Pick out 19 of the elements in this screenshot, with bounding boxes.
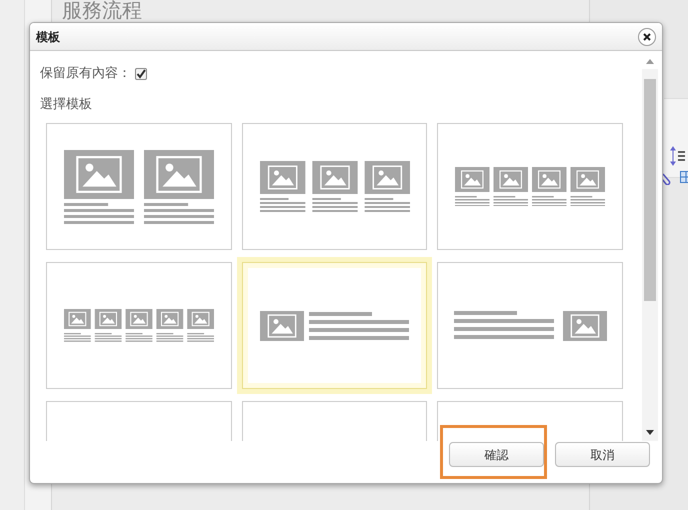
scroll-down-icon[interactable] — [646, 430, 654, 435]
template-option[interactable] — [242, 123, 427, 250]
page-heading: 服務流程 — [62, 0, 142, 21]
confirm-button[interactable]: 確認 — [449, 442, 544, 467]
paperclip-icon[interactable] — [661, 171, 672, 185]
dialog-title: 模板 — [36, 28, 60, 46]
template-option[interactable] — [46, 262, 232, 389]
template-option[interactable] — [437, 123, 623, 250]
line-spacing-icon[interactable] — [670, 146, 686, 166]
keep-content-checkbox[interactable] — [135, 68, 147, 80]
section-label: 選擇模板 — [40, 96, 92, 114]
close-button[interactable] — [638, 28, 656, 46]
scrollbar-thumb[interactable] — [644, 79, 656, 301]
cancel-button[interactable]: 取消 — [555, 442, 650, 467]
keep-content-label: 保留原有內容： — [40, 65, 131, 83]
close-icon — [642, 32, 652, 42]
scroll-up-icon[interactable] — [646, 59, 654, 64]
template-option[interactable] — [46, 123, 232, 250]
template-option[interactable] — [437, 262, 623, 389]
